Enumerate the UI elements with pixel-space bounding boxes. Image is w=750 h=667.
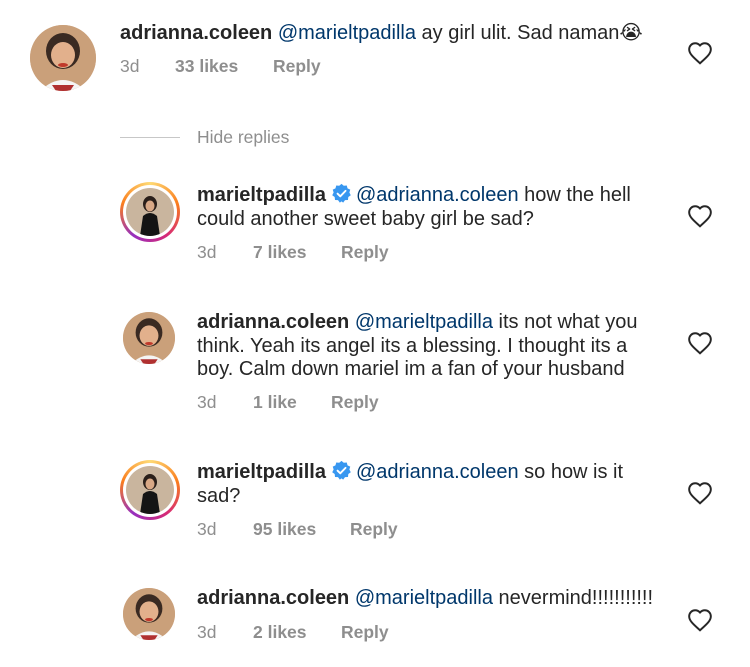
mention-link[interactable]: @adrianna.coleen [356, 184, 519, 206]
reply-button[interactable]: Reply [350, 519, 398, 540]
heart-outline-icon[interactable] [687, 608, 713, 632]
comment-meta: 3d 7 likes Reply [197, 242, 389, 263]
username-link[interactable]: marieltpadilla [197, 184, 326, 206]
reply-button[interactable]: Reply [273, 56, 321, 77]
comment-age: 3d [197, 519, 217, 539]
story-avatar[interactable] [120, 460, 180, 520]
avatar-image [30, 25, 96, 91]
verified-badge-icon [332, 460, 351, 480]
comment-body-line2: could another sweet baby girl be sad? [197, 207, 534, 230]
comment-text: adrianna.coleen @marieltpadilla ay girl … [120, 22, 680, 46]
verified-badge-icon [332, 183, 351, 203]
avatar[interactable] [123, 312, 175, 364]
reply-button[interactable]: Reply [341, 622, 389, 643]
comment-text: marieltpadilla @adrianna.coleen how the … [197, 183, 677, 231]
avatar[interactable] [30, 25, 96, 91]
comment-meta: 3d 2 likes Reply [197, 622, 389, 643]
hide-replies-toggle[interactable]: Hide replies [120, 126, 289, 148]
likes-count[interactable]: 1 like [253, 392, 331, 413]
mention-link[interactable]: @marieltpadilla [278, 22, 416, 44]
comment-age: 3d [120, 56, 140, 76]
comment-age: 3d [197, 622, 217, 642]
username-link[interactable]: adrianna.coleen [120, 22, 272, 44]
mention-link[interactable]: @marieltpadilla [355, 587, 493, 609]
comment-age: 3d [197, 242, 217, 262]
avatar-image [126, 188, 174, 236]
likes-count[interactable]: 95 likes [253, 519, 350, 540]
avatar[interactable] [123, 588, 175, 640]
comment-text: adrianna.coleen @marieltpadilla its not … [197, 311, 677, 382]
comment-text: adrianna.coleen @marieltpadilla nevermin… [197, 587, 677, 611]
comment-age: 3d [197, 392, 217, 412]
comment-meta: 3d 33 likes Reply [120, 56, 321, 77]
comment-body: nevermind!!!!!!!!!!! [492, 587, 654, 609]
comment-body-line2: think. Yeah its angel its a blessing. I … [197, 334, 628, 357]
comment-meta: 3d 95 likes Reply [197, 519, 398, 540]
comment-body-line1: how the hell [518, 184, 631, 206]
avatar-image [123, 588, 175, 640]
comment-body-line2: sad? [197, 484, 241, 507]
comment-body-line1: its not what you [492, 311, 638, 333]
story-avatar[interactable] [120, 182, 180, 242]
comment-meta: 3d 1 like Reply [197, 392, 379, 413]
avatar-image [126, 466, 174, 514]
mention-link[interactable]: @marieltpadilla [355, 311, 493, 333]
comment-text: marieltpadilla @adrianna.coleen so how i… [197, 460, 677, 508]
likes-count[interactable]: 7 likes [253, 242, 341, 263]
heart-outline-icon[interactable] [687, 481, 713, 505]
username-link[interactable]: marieltpadilla [197, 461, 326, 483]
divider-line [120, 136, 180, 138]
username-link[interactable]: adrianna.coleen [197, 587, 349, 609]
comment-body-line1: so how is it [518, 461, 624, 483]
mention-link[interactable]: @adrianna.coleen [356, 461, 519, 483]
likes-count[interactable]: 2 likes [253, 622, 341, 643]
reply-button[interactable]: Reply [341, 242, 389, 263]
heart-outline-icon[interactable] [687, 204, 713, 228]
hide-replies-label[interactable]: Hide replies [197, 127, 289, 148]
heart-outline-icon[interactable] [687, 41, 713, 65]
username-link[interactable]: adrianna.coleen [197, 311, 349, 333]
comment-body-line3: boy. Calm down mariel im a fan of your h… [197, 358, 625, 380]
reply-button[interactable]: Reply [331, 392, 379, 413]
avatar-image [123, 312, 175, 364]
heart-outline-icon[interactable] [687, 331, 713, 355]
likes-count[interactable]: 33 likes [175, 56, 273, 77]
comment-body: ay girl ulit. Sad naman😭 [415, 22, 643, 44]
